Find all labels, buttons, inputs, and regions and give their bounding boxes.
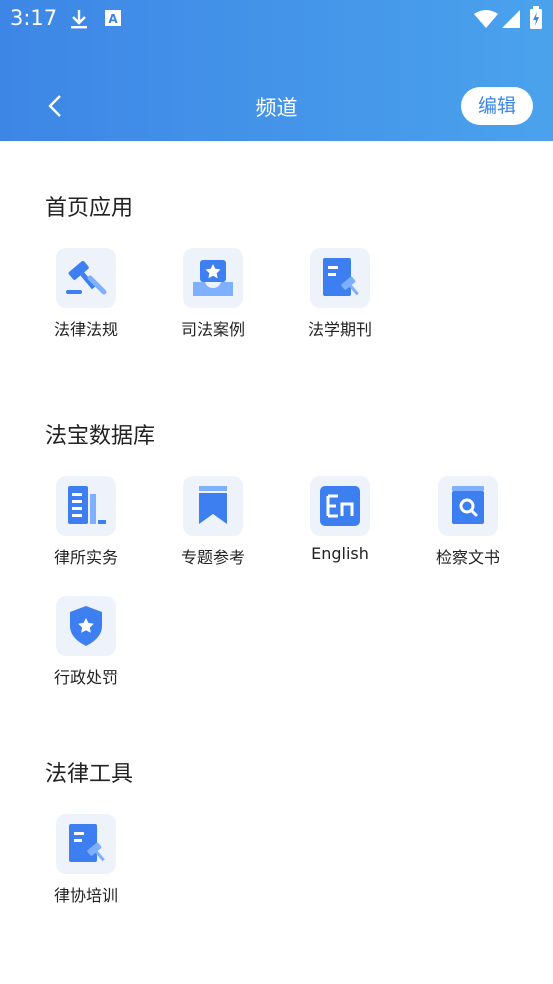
app-item-cases[interactable]: 司法案例 <box>163 248 263 348</box>
app-label: 律所实务 <box>53 548 118 567</box>
journal-icon <box>323 258 359 296</box>
app-item-law-firm[interactable]: 律所实务 <box>36 476 136 576</box>
signal-icon <box>502 10 520 32</box>
app-item-topics[interactable]: 专题参考 <box>163 476 263 576</box>
gavel-icon <box>66 260 107 295</box>
app-header: 3:17 A 频道 编辑 <box>0 0 553 141</box>
app-label: 法律法规 <box>53 320 118 339</box>
search-book-icon <box>452 486 484 524</box>
building-icon <box>68 486 106 524</box>
section-legal-tools: 法律工具 律协培训 <box>0 756 553 916</box>
edit-button[interactable]: 编辑 <box>461 87 533 125</box>
training-icon <box>69 824 105 862</box>
download-icon <box>69 8 89 34</box>
section-database: 法宝数据库 律所实务 专题参考 English 检察文书 行政处罚 <box>0 418 553 698</box>
app-item-laws[interactable]: 法律法规 <box>36 248 136 348</box>
case-tray-icon <box>193 260 233 296</box>
svg-text:A: A <box>108 12 118 26</box>
section-title: 法宝数据库 <box>45 424 156 449</box>
battery-icon <box>529 6 543 34</box>
app-item-journals[interactable]: 法学期刊 <box>290 248 390 348</box>
app-item-admin-penalty[interactable]: 行政处罚 <box>36 596 136 696</box>
app-label: 司法案例 <box>180 320 245 339</box>
section-title: 法律工具 <box>45 762 134 787</box>
english-icon <box>320 486 360 526</box>
app-label: 行政处罚 <box>53 668 118 687</box>
shield-star-icon <box>70 606 102 646</box>
status-time: 3:17 <box>10 6 58 30</box>
app-label: 检察文书 <box>435 548 500 567</box>
status-bar: 3:17 A <box>0 0 553 40</box>
section-home-apps: 首页应用 法律法规 司法案例 法学期刊 <box>0 190 553 350</box>
section-title: 首页应用 <box>45 196 134 221</box>
app-label: 专题参考 <box>180 548 245 567</box>
app-item-procuratorate[interactable]: 检察文书 <box>418 476 518 576</box>
app-label: 法学期刊 <box>307 320 372 339</box>
bookmark-icon <box>199 486 227 524</box>
app-label: English <box>311 544 369 563</box>
wifi-icon <box>474 10 498 32</box>
app-item-bar-training[interactable]: 律协培训 <box>36 814 136 914</box>
app-item-english[interactable]: English <box>290 476 390 576</box>
translate-icon: A <box>104 8 122 32</box>
nav-bar: 频道 编辑 <box>0 74 553 138</box>
app-label: 律协培训 <box>53 886 118 905</box>
